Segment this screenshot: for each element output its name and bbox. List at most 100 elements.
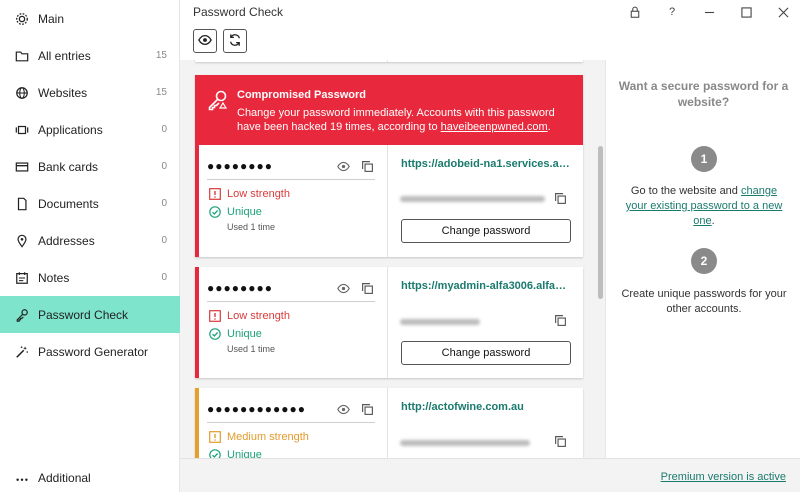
sidebar-item-password-check[interactable]: Password Check <box>0 296 180 333</box>
eye-icon[interactable] <box>336 281 350 295</box>
website-url[interactable]: http://actofwine.com.au <box>401 401 571 413</box>
refresh-button[interactable] <box>223 29 247 53</box>
alert-title: Compromised Password <box>237 89 366 101</box>
card-divider <box>387 388 388 458</box>
usage-count: Used 1 time <box>227 222 276 232</box>
check-circle-icon <box>209 206 221 218</box>
sidebar-item-label: Password Check <box>38 307 129 322</box>
password-card: Compromised Password Change your passwor… <box>195 75 583 257</box>
copy-icon[interactable] <box>360 402 374 416</box>
copy-icon[interactable] <box>553 191 567 205</box>
warning-icon <box>209 188 221 200</box>
sidebar-item-label: Notes <box>38 270 70 285</box>
warning-icon <box>209 310 221 322</box>
uniqueness-label: Unique <box>227 449 262 458</box>
sidebar-item-additional[interactable]: Additional <box>0 459 180 492</box>
sidebar-item-label: Applications <box>38 122 103 137</box>
sidebar-item-notes[interactable]: Notes 0 <box>0 259 180 296</box>
change-password-button[interactable]: Change password <box>401 219 571 243</box>
item-count: 0 <box>161 235 167 246</box>
sidebar-item-password-generator[interactable]: Password Generator <box>0 333 180 370</box>
sidebar-item-label: Additional <box>38 470 91 485</box>
item-count: 0 <box>161 272 167 283</box>
masked-password: ●●●●●●●●●●●● <box>207 402 306 416</box>
strength-bar <box>195 388 199 458</box>
strength-status: Low strength <box>209 310 290 322</box>
premium-link[interactable]: Premium version is active <box>661 471 786 483</box>
check-circle-icon <box>209 449 221 458</box>
password-card: ●●●●●●●● Low strength Unique Used 1 time… <box>195 267 583 378</box>
step-1-badge: 1 <box>691 146 717 172</box>
alert-suffix: . <box>547 121 551 133</box>
copy-icon[interactable] <box>360 281 374 295</box>
password-list: Compromised Password Change your passwor… <box>180 60 605 458</box>
pin-icon <box>14 233 30 249</box>
password-underline <box>207 301 375 302</box>
uniqueness-status: Unique <box>209 206 262 218</box>
item-count: 15 <box>155 87 167 98</box>
uniqueness-label: Unique <box>227 328 262 340</box>
refresh-icon <box>228 33 242 50</box>
strength-label: Medium strength <box>227 431 309 443</box>
show-passwords-button[interactable] <box>193 29 217 53</box>
help-panel: Want a secure password for a website? 1 … <box>605 60 800 458</box>
step-1-text: Go to the website and change your existi… <box>620 184 788 229</box>
close-icon[interactable] <box>773 3 793 21</box>
masked-username <box>400 319 480 325</box>
minimize-icon[interactable] <box>699 3 719 21</box>
strength-label: Low strength <box>227 310 290 322</box>
step-2-text: Create unique passwords for your other a… <box>621 288 787 315</box>
website-url[interactable]: https://myadmin-alfa3006.alfahosting.de <box>401 280 571 292</box>
sidebar-item-all-entries[interactable]: All entries 15 <box>0 37 180 74</box>
sidebar-item-addresses[interactable]: Addresses 0 <box>0 222 180 259</box>
usage-count: Used 1 time <box>227 344 276 354</box>
gear-icon <box>14 11 30 27</box>
lock-icon[interactable] <box>625 3 645 21</box>
sidebar-item-documents[interactable]: Documents 0 <box>0 185 180 222</box>
eye-icon[interactable] <box>336 159 350 173</box>
sidebar-item-label: All entries <box>38 48 91 63</box>
item-count: 0 <box>161 124 167 135</box>
notes-icon <box>14 270 30 286</box>
change-password-button[interactable]: Change password <box>401 341 571 365</box>
website-url[interactable]: https://adobeid-na1.services.adobe.com <box>401 158 571 170</box>
sidebar-item-label: Bank cards <box>38 159 99 174</box>
uniqueness-status: Unique <box>209 328 262 340</box>
item-count: 0 <box>161 161 167 172</box>
step-2-badge: 2 <box>691 248 717 274</box>
password-underline <box>207 179 375 180</box>
sidebar-item-label: Websites <box>38 85 88 100</box>
app-icon <box>14 122 30 138</box>
ellipsis-icon <box>14 470 30 486</box>
compromised-alert: Compromised Password Change your passwor… <box>195 75 583 145</box>
partial-card <box>195 60 583 62</box>
wand-icon <box>14 344 30 360</box>
sidebar-item-applications[interactable]: Applications 0 <box>0 111 180 148</box>
hibp-link[interactable]: haveibeenpwned.com <box>441 121 548 133</box>
sidebar: Main All entries 15 Websites 15 Applicat… <box>0 0 180 492</box>
key-icon <box>14 307 30 323</box>
sidebar-item-label: Password Generator <box>38 344 149 359</box>
list-scrollbar[interactable] <box>598 146 603 299</box>
status-bar: Premium version is active <box>180 458 800 492</box>
strength-bar <box>195 267 199 378</box>
copy-icon[interactable] <box>553 313 567 327</box>
warning-icon <box>209 431 221 443</box>
copy-icon[interactable] <box>553 434 567 448</box>
sidebar-item-bank-cards[interactable]: Bank cards 0 <box>0 148 180 185</box>
strength-status: Medium strength <box>209 431 309 443</box>
masked-username <box>400 196 545 202</box>
masked-password: ●●●●●●●● <box>207 281 273 295</box>
card-divider <box>387 60 388 62</box>
item-count: 15 <box>155 50 167 61</box>
help-icon[interactable]: ? <box>662 3 682 21</box>
maximize-icon[interactable] <box>736 3 756 21</box>
sidebar-item-label: Documents <box>38 196 99 211</box>
sidebar-item-main[interactable]: Main <box>0 0 180 37</box>
card-divider <box>387 145 388 257</box>
sidebar-item-websites[interactable]: Websites 15 <box>0 74 180 111</box>
card-icon <box>14 159 30 175</box>
copy-icon[interactable] <box>360 159 374 173</box>
eye-icon[interactable] <box>336 402 350 416</box>
alert-message: Change your password immediately. Accoun… <box>237 106 567 134</box>
